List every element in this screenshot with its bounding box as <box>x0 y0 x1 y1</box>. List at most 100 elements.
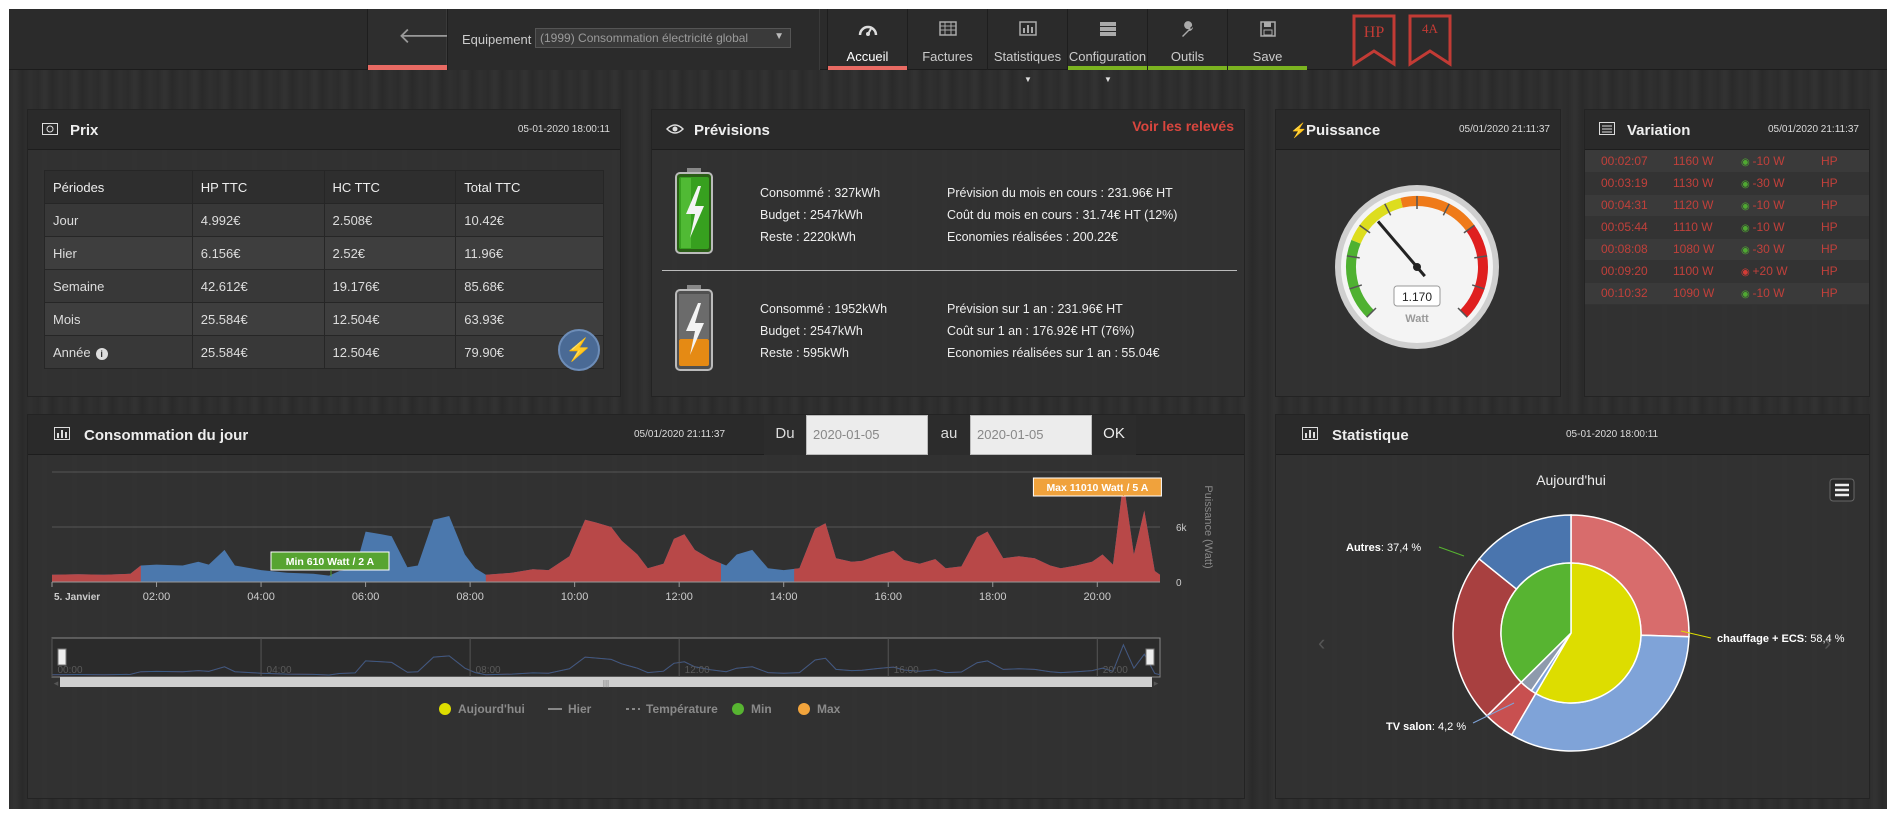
variation-time: 00:04:31 <box>1585 194 1669 217</box>
period-cell: Année i <box>44 335 193 369</box>
statistique-date: 05-01-2020 18:00:11 <box>1566 429 1659 440</box>
tab-statistiques[interactable]: Statistiques ▼ <box>987 9 1067 84</box>
y-tick-label: 6k <box>1176 523 1188 534</box>
variation-delta-cell: ◉ +20 W <box>1737 260 1817 283</box>
statistique-panel-header: Statistique 05-01-2020 18:00:11 <box>1276 415 1869 455</box>
back-button[interactable]: 🡐 <box>367 9 457 70</box>
variation-delta: -10 W <box>1752 198 1785 212</box>
wrench-icon <box>1148 21 1227 39</box>
equipement-select-value: (1999) Consommation électricité global <box>540 31 749 45</box>
x-tick-label: 06:00 <box>352 591 380 603</box>
prix-header-cell: Total TTC <box>455 170 604 204</box>
trend-down-icon: ◉ <box>1741 289 1753 300</box>
table-row: Semaine 42.612€ 19.176€ 85.68€ <box>44 269 604 303</box>
variation-panel: Variation 05/01/2020 21:11:37 00:02:07 11… <box>1584 109 1870 397</box>
ok-button[interactable]: OK <box>1092 415 1136 455</box>
x-tick-label: 04:00 <box>247 591 275 603</box>
chart-menu-button[interactable] <box>1829 478 1855 502</box>
variation-power: 1080 W <box>1669 238 1737 261</box>
max-annotation-label: Max 11010 Watt / 5 A <box>1046 482 1148 494</box>
prix-header-cell: HC TTC <box>323 170 457 204</box>
prevision-line: Consommé : 1952kWh <box>760 302 888 316</box>
lightning-icon[interactable]: ⚡ <box>558 329 600 371</box>
date-to-input[interactable]: 2020-01-05 <box>970 415 1092 455</box>
tab-factures[interactable]: Factures <box>907 9 987 70</box>
variation-row: 00:02:07 1160 W ◉ -10 W HP <box>1585 150 1869 173</box>
variation-time: 00:10:32 <box>1585 282 1669 305</box>
pie-label-tv-salon: TV salon: 4,2 % <box>1386 721 1466 733</box>
tab-underline <box>1228 66 1307 70</box>
gauge-pivot <box>1413 263 1421 271</box>
tab-underline <box>1068 66 1147 70</box>
statistique-pie-chart: Aujourd'hui‹ ›chauffage + ECS: 58,4 %Autr… <box>1318 472 1855 752</box>
x-tick-label: 20:00 <box>1084 591 1112 603</box>
chart-navigator[interactable]: 00:00 04:00 08:00 12:00 16:00 20:00 ||| ◂ ▸ <box>51 637 1161 688</box>
cell-text: 11.96€ <box>464 245 504 261</box>
previsions-separator <box>662 270 1237 271</box>
period-cell: Jour <box>44 203 193 237</box>
legend-item[interactable]: Hier <box>568 702 592 716</box>
conso-panel: Consommation du jour 05/01/2020 21:11:37… <box>27 414 1245 799</box>
conso-chart[interactable]: 5. Janvier 02:00 04:00 06:00 08:00 10:00 12:00… <box>28 455 1246 800</box>
scroll-right-icon[interactable]: ▸ <box>1154 678 1159 688</box>
tab-configuration[interactable]: Configuration ▼ <box>1067 9 1147 84</box>
period-cell: Hier <box>44 236 193 270</box>
tab-label: Factures <box>922 49 973 64</box>
x-tick-label: 02:00 <box>143 591 171 603</box>
cell-text: 2.52€ <box>332 245 366 261</box>
au-label: au <box>928 415 970 455</box>
navigator-handle-right[interactable] <box>1145 648 1155 666</box>
prix-title: Prix <box>70 122 99 139</box>
back-button-underline <box>368 65 448 70</box>
price-cell: 2.52€ <box>323 236 457 270</box>
date-from-input[interactable]: 2020-01-05 <box>806 415 928 455</box>
prevision-month-forecasts: Prévision du mois en cours : 231.96€ HT C… <box>947 182 1177 248</box>
prix-panel-header: Prix 05-01-2020 18:00:11 <box>28 110 620 150</box>
trend-down-icon: ◉ <box>1741 223 1753 234</box>
legend-item[interactable]: Température <box>646 702 718 716</box>
legend-item[interactable]: Max <box>817 702 841 716</box>
cell-text: Semaine <box>53 278 105 294</box>
puissance-date: 05/01/2020 21:11:37 <box>1458 124 1550 135</box>
cell-text: 12.504€ <box>332 311 380 327</box>
money-icon <box>42 122 58 138</box>
info-icon[interactable]: i <box>95 347 108 360</box>
variation-tarif: HP <box>1817 238 1869 261</box>
navigator-handle-left[interactable] <box>57 648 67 666</box>
variation-row: 00:09:20 1100 W ◉ +20 W HP <box>1585 260 1869 283</box>
variation-time: 00:05:44 <box>1585 216 1669 239</box>
tab-save[interactable]: Save <box>1227 9 1307 70</box>
navigator-tick-label: 12:00 <box>685 665 710 676</box>
navigator-tick-label: 16:00 <box>894 665 919 676</box>
tab-outils[interactable]: Outils <box>1147 9 1227 70</box>
cell-text: Hier <box>53 245 77 261</box>
legend-item[interactable]: Min <box>751 702 772 716</box>
price-cell: 12.504€ <box>323 335 457 369</box>
variation-delta-cell: ◉ -10 W <box>1737 150 1817 173</box>
voir-releves-link[interactable]: Voir les relevés <box>1132 118 1234 134</box>
battery-low-icon <box>675 285 713 371</box>
previsions-title: Prévisions <box>694 122 770 139</box>
scroll-left-icon[interactable]: ◂ <box>54 678 59 688</box>
prevision-month-row: Consommé : 327kWh Budget : 2547kWh Reste :… <box>652 168 1232 258</box>
tab-label: Statistiques <box>993 49 1062 64</box>
server-icon <box>1068 21 1147 37</box>
legend-item[interactable]: Aujourd'hui <box>458 702 525 716</box>
price-cell: 6.156€ <box>191 236 325 270</box>
conso-date: 05/01/2020 21:11:37 <box>634 429 726 440</box>
previsions-panel-header: Prévisions Voir les relevés <box>652 110 1244 150</box>
cell-text: 19.176€ <box>332 278 380 294</box>
x-tick-label: 08:00 <box>456 591 484 603</box>
equipement-selector: Equipement : (1999) Consommation électri… <box>447 9 820 70</box>
x-tick-label: 5. Janvier <box>54 592 100 603</box>
legend-marker <box>798 703 810 715</box>
variation-delta: -10 W <box>1752 220 1785 234</box>
prix-header-cell: Périodes <box>44 170 193 204</box>
y-tick-label: 0 <box>1176 578 1182 589</box>
tab-accueil[interactable]: Accueil <box>827 9 907 70</box>
variation-title: Variation <box>1627 122 1691 139</box>
equipement-select[interactable]: (1999) Consommation électricité global ▼ <box>535 28 791 48</box>
chevron-left-icon[interactable]: ‹ <box>1318 630 1325 655</box>
statistique-title: Statistique <box>1332 427 1409 444</box>
pie-label-name: TV salon <box>1386 721 1432 733</box>
